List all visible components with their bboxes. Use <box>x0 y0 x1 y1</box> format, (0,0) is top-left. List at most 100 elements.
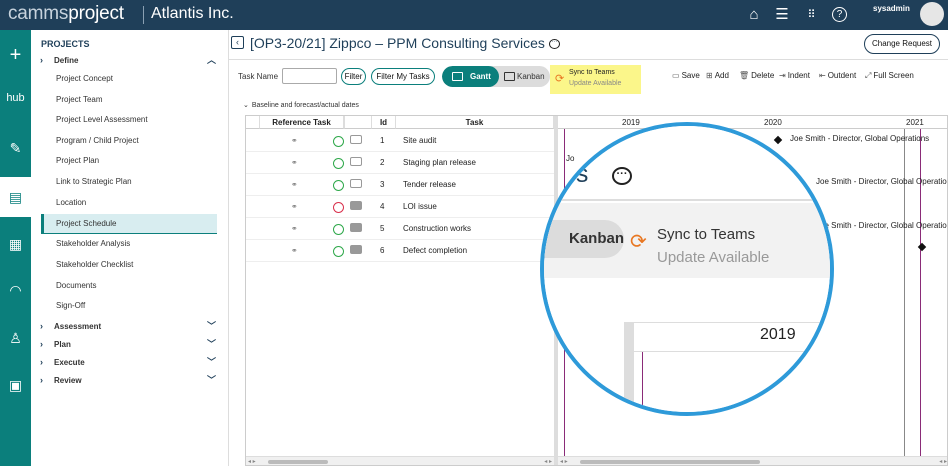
header-status <box>344 116 372 129</box>
task-name[interactable]: Site audit <box>403 130 436 152</box>
link-icon[interactable]: ⚭ <box>291 174 298 196</box>
timeline-scrollbar[interactable]: ◂ ▸ ◂ ▸ <box>558 456 947 465</box>
scroll-right-icon[interactable]: ◂ ▸ <box>544 457 552 465</box>
status-indicator <box>333 136 344 147</box>
back-chevron-icon[interactable]: ‹ <box>231 36 244 49</box>
projects-icon[interactable]: ▤ <box>0 177 31 217</box>
view-toggle[interactable]: Gantt Kanban <box>442 66 550 87</box>
task-name[interactable]: Defect completion <box>403 240 467 262</box>
scroll-left-icon[interactable]: ◂ ▸ <box>560 457 568 465</box>
scroll-left-icon[interactable]: ◂ ▸ <box>248 457 256 465</box>
sync-to-teams-button[interactable]: ⟳ Sync to Teams Update Available <box>550 65 641 94</box>
add-button[interactable]: ⊞ Add <box>706 71 729 80</box>
link-icon[interactable]: ⚭ <box>291 218 298 240</box>
table-row[interactable]: ⚭ 4 LOI issue <box>246 196 554 218</box>
change-request-button[interactable]: Change Request <box>864 34 940 54</box>
table-row[interactable]: ⚭ 1 Site audit <box>246 130 554 152</box>
username[interactable]: sysadmin <box>873 4 910 13</box>
nav-section-assessment[interactable]: › Assessment ﹀ <box>40 318 220 334</box>
header-reference-task[interactable]: Reference Task <box>260 116 344 129</box>
nav-item-link-strategic-plan[interactable]: Link to Strategic Plan <box>41 172 217 192</box>
people-icon[interactable]: ♙ <box>0 318 31 358</box>
table-row[interactable]: ⚭ 5 Construction works <box>246 218 554 240</box>
nav-item-location[interactable]: Location <box>41 193 217 213</box>
table-row[interactable]: ⚭ 2 Staging plan release <box>246 152 554 174</box>
table-row[interactable]: ⚭ 6 Defect completion <box>246 240 554 262</box>
filter-my-tasks-button[interactable]: Filter My Tasks <box>371 68 435 85</box>
filter-button[interactable]: Filter <box>341 68 366 85</box>
task-name-input[interactable] <box>282 68 337 84</box>
header-task[interactable]: Task <box>396 116 554 129</box>
task-name[interactable]: Staging plan release <box>403 152 476 174</box>
comment-icon[interactable] <box>350 245 362 254</box>
report-icon[interactable]: ▣ <box>0 365 31 405</box>
link-icon[interactable]: ⚭ <box>291 152 298 174</box>
home-icon[interactable]: ⌂ <box>745 6 763 24</box>
nav-section-plan[interactable]: › Plan ﹀ <box>40 336 220 352</box>
camms-logo[interactable]: cammsproject <box>8 3 124 25</box>
comment-icon[interactable] <box>350 157 362 166</box>
nav-section-label: Plan <box>54 340 71 349</box>
nav-section-label: Define <box>54 56 79 65</box>
schedule-icon[interactable]: ▦ <box>0 224 31 264</box>
outdent-button[interactable]: ⇤ Outdent <box>819 71 856 80</box>
wrench-icon[interactable]: ✎ <box>0 128 31 168</box>
magnifier-callout: es ··· Kanban ⟳ Sync to Teams Update Ava… <box>540 122 834 416</box>
menu-icon[interactable]: ☰ <box>773 6 791 24</box>
comment-icon[interactable] <box>350 201 362 210</box>
nav-item-project-concept[interactable]: Project Concept <box>41 69 217 89</box>
link-icon[interactable]: ⚭ <box>291 196 298 218</box>
add-icon[interactable]: + <box>0 35 31 75</box>
link-icon[interactable]: ⚭ <box>291 240 298 262</box>
chevron-down-icon: ﹀ <box>206 375 216 385</box>
gantt-view-button[interactable]: Gantt <box>442 66 499 87</box>
comment-icon[interactable] <box>350 135 362 144</box>
hub-icon[interactable]: hub <box>0 78 31 118</box>
nav-item-project-schedule[interactable]: Project Schedule <box>41 214 217 234</box>
kanban-label: Kanban <box>517 72 545 81</box>
nav-section-execute[interactable]: › Execute ﹀ <box>40 354 220 370</box>
save-button[interactable]: ▭ Save <box>672 71 700 80</box>
apps-grid-icon[interactable]: ⠿ <box>803 6 821 24</box>
project-nav: PROJECTS › Define ︿ Project Concept Projec… <box>31 30 229 466</box>
table-row[interactable]: ⚭ 3 Tender release <box>246 174 554 196</box>
link-icon[interactable]: ⚭ <box>291 130 298 152</box>
gauge-icon[interactable]: ◠ <box>0 270 31 310</box>
save-icon: ▭ <box>672 71 680 80</box>
nav-item-stakeholder-checklist[interactable]: Stakeholder Checklist <box>41 255 217 275</box>
nav-section-label: Execute <box>54 358 85 367</box>
task-name[interactable]: Construction works <box>403 218 471 240</box>
comment-icon[interactable] <box>350 223 362 232</box>
task-name[interactable]: LOI issue <box>403 196 437 218</box>
chevron-down-icon: ⌄ <box>243 102 249 109</box>
nav-item-stakeholder-analysis[interactable]: Stakeholder Analysis <box>41 234 217 254</box>
kanban-view-button[interactable]: Kanban <box>502 66 545 87</box>
nav-section-review[interactable]: › Review ﹀ <box>40 372 220 388</box>
zoom-sync-title: Sync to Teams <box>657 226 756 243</box>
nav-item-project-team[interactable]: Project Team <box>41 90 217 110</box>
comment-icon[interactable] <box>350 179 362 188</box>
scroll-thumb[interactable] <box>580 460 760 464</box>
scroll-right-icon[interactable]: ◂ ▸ <box>939 457 947 465</box>
chevron-down-icon: ﹀ <box>206 339 216 349</box>
nav-item-project-level-assessment[interactable]: Project Level Assessment <box>41 110 217 130</box>
scroll-thumb[interactable] <box>268 460 328 464</box>
header-id[interactable]: Id <box>372 116 396 129</box>
app-rail: + hub ✎ ▤ ▦ ◠ ♙ ▣ <box>0 30 31 466</box>
comment-icon[interactable]: ··· <box>548 39 560 50</box>
task-name[interactable]: Tender release <box>403 174 456 196</box>
grid-scrollbar[interactable]: ◂ ▸ ◂ ▸ <box>246 456 554 465</box>
avatar[interactable] <box>920 2 944 26</box>
nav-item-sign-off[interactable]: Sign-Off <box>41 296 217 316</box>
full-screen-button[interactable]: ⤢ Full Screen <box>865 71 914 81</box>
baseline-toggle[interactable]: ⌄ Baseline and forecast/actual dates <box>243 101 359 109</box>
expand-icon: ⤢ <box>865 71 872 80</box>
help-icon[interactable]: ? <box>832 7 847 22</box>
nav-item-project-plan[interactable]: Project Plan <box>41 151 217 171</box>
indent-button[interactable]: ⇥ Indent <box>779 71 810 80</box>
nav-item-program-child-project[interactable]: Program / Child Project <box>41 131 217 151</box>
nav-item-documents[interactable]: Documents <box>41 276 217 296</box>
zoom-kanban-button: Kanban <box>544 220 624 258</box>
nav-section-define[interactable]: › Define ︿ <box>40 52 220 68</box>
delete-button[interactable]: 🗑 Delete <box>739 71 774 80</box>
